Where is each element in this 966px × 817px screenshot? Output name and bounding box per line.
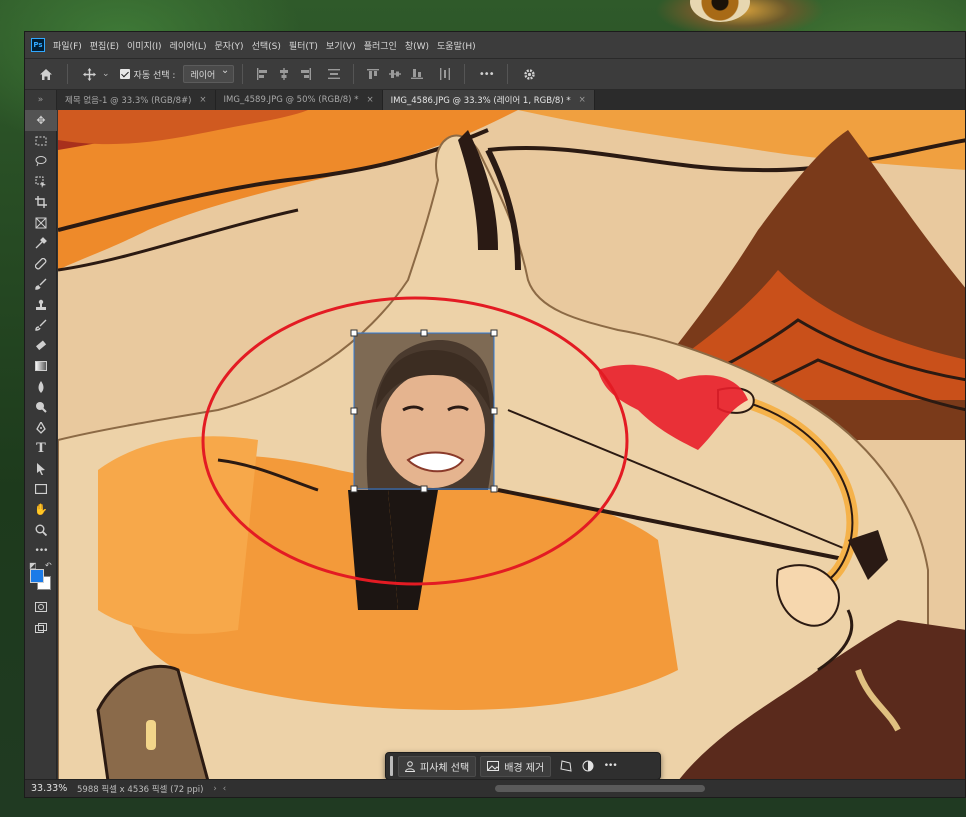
menu-plugins[interactable]: 플러그인 xyxy=(364,39,397,52)
scroll-left-arrow[interactable]: ‹ xyxy=(223,784,226,794)
align-center-horizontal-icon[interactable] xyxy=(273,63,295,85)
auto-select-dropdown[interactable]: 레이어 xyxy=(183,65,235,83)
frame-tool-icon[interactable] xyxy=(25,213,57,234)
menu-bar: Ps 파일(F) 편집(E) 이미지(I) 레이어(L) 문자(Y) 선택(S)… xyxy=(25,32,965,58)
person-icon xyxy=(405,760,415,772)
separator xyxy=(353,64,355,84)
document-dimensions: 5988 픽셀 x 4536 픽셀 (72 ppi) xyxy=(77,784,204,795)
history-brush-tool-icon[interactable] xyxy=(25,315,57,336)
path-select-tool-icon[interactable] xyxy=(25,459,57,480)
align-top-icon[interactable] xyxy=(362,63,384,85)
lasso-tool-icon[interactable] xyxy=(25,151,57,172)
screen-mode-icon[interactable] xyxy=(25,618,57,639)
foreground-color-swatch[interactable] xyxy=(30,569,44,583)
more-options-button[interactable]: ••• xyxy=(599,756,621,777)
brush-tool-icon[interactable] xyxy=(25,274,57,295)
separator xyxy=(242,64,244,84)
close-icon[interactable]: × xyxy=(199,95,206,105)
panel-collapse-icon[interactable]: » xyxy=(25,90,56,110)
more-options-button[interactable]: ••• xyxy=(475,63,497,85)
menu-window[interactable]: 창(W) xyxy=(405,39,429,52)
tools-panel: » ✥ T ✋ ••• ◩ ↶ xyxy=(25,90,57,779)
close-icon[interactable]: × xyxy=(366,95,373,105)
menu-image[interactable]: 이미지(I) xyxy=(127,39,162,52)
object-select-tool-icon[interactable] xyxy=(25,172,57,193)
contextual-task-bar: 피사체 선택 배경 제거 ••• xyxy=(385,752,661,780)
home-icon[interactable] xyxy=(35,63,57,85)
eyedropper-tool-icon[interactable] xyxy=(25,233,57,254)
menu-select[interactable]: 선택(S) xyxy=(252,39,281,52)
move-tool-icon[interactable] xyxy=(78,63,100,85)
pen-tool-icon[interactable] xyxy=(25,418,57,439)
color-swatches: ◩ ↶ xyxy=(25,561,56,597)
align-left-icon[interactable] xyxy=(251,63,273,85)
menu-help[interactable]: 도움말(H) xyxy=(437,39,476,52)
move-tool-icon[interactable]: ✥ xyxy=(25,110,57,131)
swap-colors-icon[interactable]: ↶ xyxy=(45,561,52,570)
menu-layer[interactable]: 레이어(L) xyxy=(170,39,207,52)
type-tool-icon[interactable]: T xyxy=(25,438,57,459)
select-subject-button[interactable]: 피사체 선택 xyxy=(398,755,477,777)
auto-select-checkbox[interactable] xyxy=(119,69,130,79)
gradient-tool-icon[interactable] xyxy=(25,356,57,377)
image-icon xyxy=(487,761,500,771)
desktop-wallpaper-eye xyxy=(690,0,750,22)
remove-background-label: 배경 제거 xyxy=(504,762,545,774)
status-bar: 33.33% 5988 픽셀 x 4536 픽셀 (72 ppi) › ‹ xyxy=(25,779,965,797)
menu-edit[interactable]: 편집(E) xyxy=(90,39,119,52)
menu-filter[interactable]: 필터(T) xyxy=(289,39,318,52)
horizontal-scrollbar[interactable] xyxy=(495,785,705,792)
select-subject-label: 피사체 선택 xyxy=(420,762,470,774)
tab-label: IMG_4586.JPG @ 33.3% (레이어 1, RGB/8) * xyxy=(390,96,571,106)
zoom-level[interactable]: 33.33% xyxy=(25,783,69,794)
transform-icon[interactable] xyxy=(555,756,577,777)
photoshop-logo-icon: Ps xyxy=(31,38,45,52)
tab-label: 제목 없음-1 @ 33.3% (RGB/8#) xyxy=(65,96,192,106)
tab-label: IMG_4589.JPG @ 50% (RGB/8) * xyxy=(223,95,359,105)
hand-tool-icon[interactable]: ✋ xyxy=(25,500,57,521)
menu-view[interactable]: 보기(V) xyxy=(326,39,356,52)
eraser-tool-icon[interactable] xyxy=(25,336,57,357)
taskbar-drag-handle[interactable] xyxy=(390,756,393,776)
menu-type[interactable]: 문자(Y) xyxy=(214,39,243,52)
separator xyxy=(464,64,466,84)
separator xyxy=(507,64,509,84)
tab-document-1[interactable]: 제목 없음-1 @ 33.3% (RGB/8#) × xyxy=(57,90,216,110)
quick-mask-icon[interactable] xyxy=(25,597,57,618)
zoom-tool-icon[interactable] xyxy=(25,520,57,541)
tab-document-2[interactable]: IMG_4589.JPG @ 50% (RGB/8) * × xyxy=(215,90,383,110)
clone-stamp-tool-icon[interactable] xyxy=(25,295,57,316)
crop-tool-icon[interactable] xyxy=(25,192,57,213)
chevron-down-icon[interactable]: ⌄ xyxy=(102,69,110,79)
align-bottom-icon[interactable] xyxy=(406,63,428,85)
rectangle-tool-icon[interactable] xyxy=(25,479,57,500)
document-tabs: 제목 없음-1 @ 33.3% (RGB/8#) × IMG_4589.JPG @… xyxy=(57,90,965,110)
auto-select-label: 자동 선택 : xyxy=(133,70,176,81)
gear-icon[interactable] xyxy=(518,63,540,85)
menu-file[interactable]: 파일(F) xyxy=(53,39,82,52)
more-tools-icon[interactable]: ••• xyxy=(25,541,57,562)
distribute-vertical-icon[interactable] xyxy=(323,63,345,85)
separator xyxy=(67,64,68,84)
healing-brush-tool-icon[interactable] xyxy=(25,254,57,275)
document-canvas[interactable] xyxy=(58,110,965,779)
adjustment-icon[interactable] xyxy=(577,756,599,777)
options-bar: ⌄ 자동 선택 : 레이어 ••• xyxy=(25,58,965,90)
dodge-tool-icon[interactable] xyxy=(25,397,57,418)
blur-tool-icon[interactable] xyxy=(25,377,57,398)
close-icon[interactable]: × xyxy=(579,95,586,105)
distribute-horizontal-icon[interactable] xyxy=(434,63,456,85)
canvas-artwork xyxy=(58,110,965,779)
tab-document-3-active[interactable]: IMG_4586.JPG @ 33.3% (레이어 1, RGB/8) * × xyxy=(382,90,595,110)
remove-background-button[interactable]: 배경 제거 xyxy=(480,755,552,777)
photoshop-window: Ps 파일(F) 편집(E) 이미지(I) 레이어(L) 문자(Y) 선택(S)… xyxy=(24,31,966,798)
align-middle-vertical-icon[interactable] xyxy=(384,63,406,85)
marquee-tool-icon[interactable] xyxy=(25,131,57,152)
align-right-icon[interactable] xyxy=(295,63,317,85)
status-menu-arrow[interactable]: › xyxy=(213,784,216,794)
